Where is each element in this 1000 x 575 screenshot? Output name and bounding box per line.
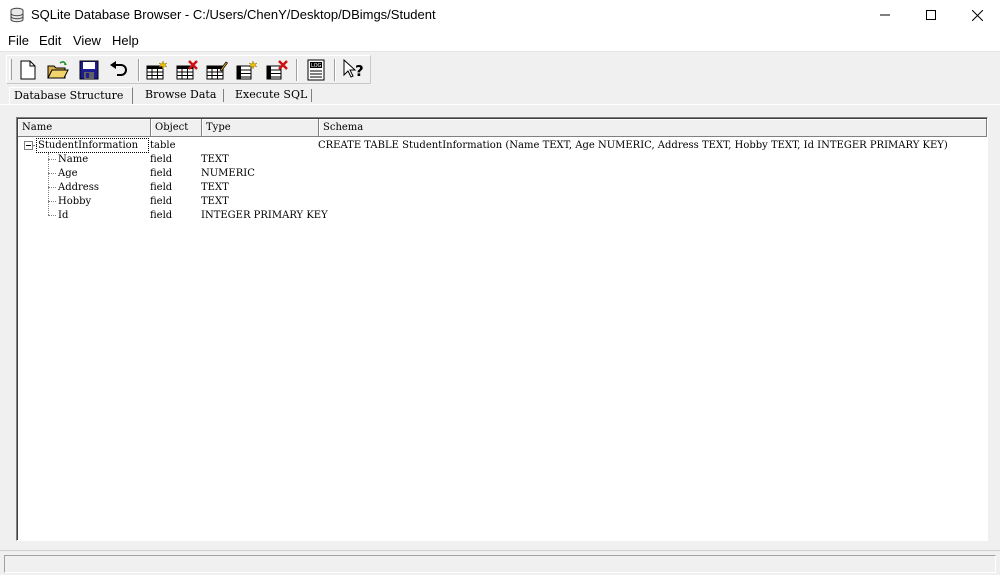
field-type: INTEGER PRIMARY KEY [201, 210, 328, 221]
svg-text:LOG: LOG [311, 63, 322, 69]
minimize-icon [880, 14, 890, 16]
save-button[interactable] [77, 58, 101, 82]
create-table-button[interactable] [145, 58, 169, 82]
tab-execute-sql[interactable]: Execute SQL [235, 87, 307, 104]
delete-index-icon [266, 60, 288, 80]
tab-browse-data[interactable]: Browse Data [145, 87, 216, 104]
field-object: field [150, 196, 173, 207]
table-name: StudentInformation [38, 140, 139, 151]
structure-tree[interactable]: Name Object Type Schema StudentInformati… [16, 117, 988, 541]
toolbar-separator [334, 59, 336, 81]
tree-connector [48, 153, 49, 215]
modify-table-button[interactable] [205, 58, 229, 82]
maximize-icon [926, 10, 936, 20]
open-database-button[interactable] [46, 58, 70, 82]
field-name: Age [58, 168, 78, 179]
tree-connector [48, 215, 56, 216]
column-header-object[interactable]: Object [151, 119, 202, 137]
minimize-button[interactable] [862, 0, 908, 30]
maximize-button[interactable] [908, 0, 954, 30]
close-icon [971, 9, 983, 21]
field-type: NUMERIC [201, 168, 255, 179]
tree-connector [48, 173, 56, 174]
save-icon [79, 60, 99, 80]
menu-edit[interactable]: Edit [39, 33, 61, 48]
collapse-toggle-icon[interactable] [24, 141, 33, 150]
tree-connector [48, 187, 56, 188]
new-database-icon [20, 60, 36, 80]
tab-divider [311, 89, 312, 102]
tab-divider [223, 89, 224, 102]
toolbar-separator [138, 59, 140, 81]
create-table-icon [146, 60, 168, 80]
delete-index-button[interactable] [265, 58, 289, 82]
menu-bar: File Edit View Help [0, 30, 1000, 52]
title-bar[interactable]: SQLite Database Browser - C:/Users/ChenY… [0, 0, 1000, 30]
field-object: field [150, 210, 173, 221]
tab-database-structure[interactable]: Database Structure [9, 87, 133, 104]
tree-connector [48, 201, 56, 202]
menu-help[interactable]: Help [112, 33, 139, 48]
field-object: field [150, 168, 173, 179]
menu-file[interactable]: File [8, 33, 29, 48]
new-database-button[interactable] [16, 58, 40, 82]
status-text [4, 555, 996, 573]
toolbar: LOG ? [6, 55, 371, 84]
undo-icon [110, 61, 127, 76]
delete-table-button[interactable] [175, 58, 199, 82]
field-name: Address [58, 182, 99, 193]
toolbar-separator [296, 59, 298, 81]
status-bar [0, 550, 1000, 575]
modify-table-icon [206, 61, 228, 80]
undo-button[interactable] [107, 58, 131, 82]
svg-text:?: ? [355, 62, 364, 80]
sql-log-icon: LOG [307, 59, 325, 81]
menu-view[interactable]: View [73, 33, 101, 48]
whats-this-icon: ? [343, 59, 364, 80]
table-object: table [150, 140, 176, 151]
column-header-type[interactable]: Type [202, 119, 319, 137]
close-button[interactable] [954, 0, 1000, 30]
sql-log-button[interactable]: LOG [304, 58, 328, 82]
field-name: Name [58, 154, 89, 165]
field-name: Id [58, 210, 69, 221]
toolbar-grip[interactable] [9, 59, 12, 80]
column-header-schema[interactable]: Schema [319, 119, 987, 137]
field-type: TEXT [201, 154, 229, 165]
tree-connector [48, 159, 56, 160]
table-schema: CREATE TABLE StudentInformation (Name TE… [318, 140, 948, 151]
field-type: TEXT [201, 182, 229, 193]
field-type: TEXT [201, 196, 229, 207]
window-title: SQLite Database Browser - C:/Users/ChenY… [31, 7, 436, 22]
open-database-icon [47, 61, 69, 79]
field-name: Hobby [58, 196, 92, 207]
field-object: field [150, 154, 173, 165]
whats-this-button[interactable]: ? [342, 58, 366, 82]
field-object: field [150, 182, 173, 193]
create-index-icon [236, 60, 258, 80]
create-index-button[interactable] [235, 58, 259, 82]
column-header-name[interactable]: Name [18, 119, 151, 137]
delete-table-icon [176, 60, 198, 80]
tab-bar: Database Structure Browse Data Execute S… [0, 86, 1000, 104]
database-icon [9, 7, 25, 23]
